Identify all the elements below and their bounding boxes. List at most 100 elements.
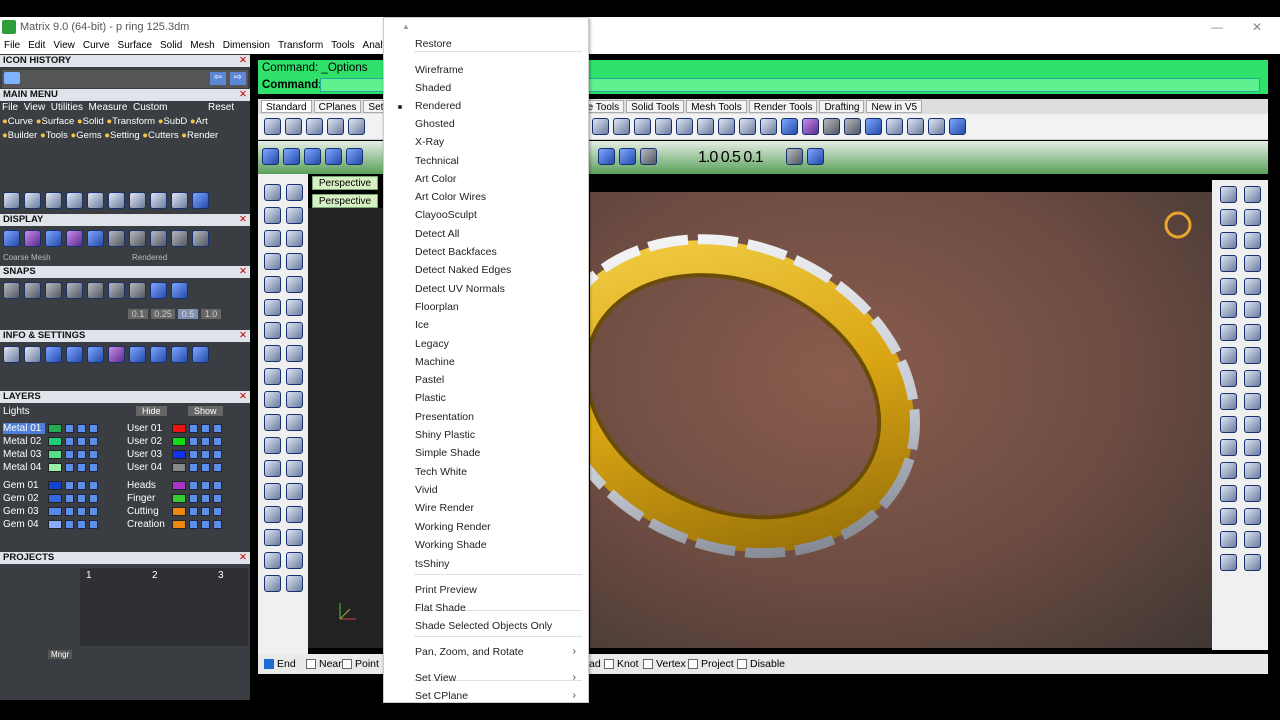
left-tool-icon[interactable] (264, 391, 281, 408)
toolbar-tab-11[interactable]: New in V5 (866, 100, 923, 113)
grid-view-icon[interactable] (634, 118, 651, 135)
chart-icon[interactable] (192, 346, 209, 363)
layer-toggle-icon[interactable] (189, 481, 198, 490)
zoom-extents-icon[interactable] (697, 118, 714, 135)
cube-icon[interactable] (598, 148, 615, 165)
back-arrow-icon[interactable]: ⇦ (210, 72, 226, 85)
checkbox-end[interactable] (264, 659, 274, 669)
move-icon[interactable] (3, 192, 20, 209)
menu-item-ghosted[interactable]: Ghosted (415, 118, 455, 130)
wireframe-icon[interactable] (3, 230, 20, 247)
layer-name[interactable]: Gem 01 (3, 480, 45, 491)
menu-item-clayoosculpt[interactable]: ClayooSculpt (415, 209, 477, 221)
layer-row-right[interactable]: Finger (127, 493, 222, 504)
layer-row-right[interactable]: Cutting (127, 506, 222, 517)
light-bulb-icon[interactable] (739, 118, 756, 135)
left-tool-icon[interactable] (286, 414, 303, 431)
mm-subd[interactable]: SubD (163, 116, 187, 127)
layer-row-right[interactable]: User 02 (127, 436, 222, 447)
close-icon[interactable]: ✕ (239, 89, 247, 101)
layer-row-left[interactable]: Metal 03 (3, 449, 98, 460)
snap-value-3[interactable]: 1.0 (201, 309, 221, 319)
solid-cube-icon[interactable] (619, 148, 636, 165)
right-tool-icon[interactable] (1220, 462, 1237, 479)
left-tool-icon[interactable] (286, 483, 303, 500)
layer-toggle-icon[interactable] (213, 450, 222, 459)
align-icon[interactable] (171, 192, 188, 209)
mm-render[interactable]: Render (187, 130, 218, 141)
right-tool-icon[interactable] (1220, 278, 1237, 295)
layer-name[interactable]: Heads (127, 480, 169, 491)
layers-icon[interactable] (45, 346, 62, 363)
layer-toggle-icon[interactable] (201, 450, 210, 459)
settings-icon[interactable] (3, 346, 20, 363)
right-tool-icon[interactable] (1244, 439, 1261, 456)
right-tool-icon[interactable] (1220, 209, 1237, 226)
layer-toggle-icon[interactable] (189, 450, 198, 459)
right-tool-icon[interactable] (1244, 186, 1261, 203)
menu-view[interactable]: View (49, 40, 79, 51)
mm-tools[interactable]: Tools (46, 130, 68, 141)
layer-toggle-icon[interactable] (189, 507, 198, 516)
layer-toggle-icon[interactable] (89, 520, 98, 529)
left-tool-icon[interactable] (264, 322, 281, 339)
checkbox-point[interactable] (342, 659, 352, 669)
mm-view[interactable]: View (24, 102, 46, 113)
target-icon[interactable] (150, 346, 167, 363)
menu-solid[interactable]: Solid (156, 40, 186, 51)
layer-toggle-icon[interactable] (189, 437, 198, 446)
close-icon[interactable]: ✕ (239, 391, 247, 403)
bookmark-icon[interactable] (171, 346, 188, 363)
close-button[interactable]: ✕ (1238, 17, 1276, 37)
layer-color-swatch[interactable] (48, 507, 62, 516)
cursor-snap-icon[interactable] (640, 148, 657, 165)
menu-item-set-view[interactable]: Set View (415, 672, 456, 684)
scale-icon[interactable] (45, 192, 62, 209)
snap-point-icon[interactable] (45, 282, 62, 299)
layer-color-swatch[interactable] (172, 463, 186, 472)
left-tool-icon[interactable] (264, 575, 281, 592)
toolbar-tab-0[interactable]: Standard (261, 100, 312, 113)
left-tool-icon[interactable] (264, 276, 281, 293)
menu-mesh[interactable]: Mesh (186, 40, 218, 51)
gear-icon[interactable] (907, 118, 924, 135)
right-tool-icon[interactable] (1244, 485, 1261, 502)
left-tool-icon[interactable] (286, 575, 303, 592)
car-icon[interactable] (655, 118, 672, 135)
viewport-dark-area[interactable] (308, 208, 384, 648)
mm-measure[interactable]: Measure (89, 102, 128, 113)
right-tool-icon[interactable] (1244, 393, 1261, 410)
left-tool-icon[interactable] (286, 506, 303, 523)
ring-icon[interactable] (192, 192, 209, 209)
pan-icon[interactable] (676, 118, 693, 135)
render-viewport[interactable] (545, 192, 1212, 648)
chrome-sphere-icon[interactable] (192, 230, 209, 247)
osnap-end[interactable]: End (264, 658, 296, 670)
layer-color-swatch[interactable] (48, 450, 62, 459)
layer-color-swatch[interactable] (48, 494, 62, 503)
layer-name[interactable]: Gem 02 (3, 493, 45, 504)
menu-transform[interactable]: Transform (274, 40, 327, 51)
snap-end-icon[interactable] (3, 282, 20, 299)
layer-row-left[interactable]: Metal 01 (3, 423, 98, 434)
layer-toggle-icon[interactable] (213, 507, 222, 516)
menu-edit[interactable]: Edit (24, 40, 49, 51)
layer-toggle-icon[interactable] (89, 450, 98, 459)
right-tool-icon[interactable] (1244, 508, 1261, 525)
scroll-up-icon[interactable]: ▲ (402, 22, 410, 31)
right-tool-icon[interactable] (1220, 370, 1237, 387)
right-tool-icon[interactable] (1244, 301, 1261, 318)
grid-icon[interactable] (129, 346, 146, 363)
layer-toggle-icon[interactable] (77, 463, 86, 472)
right-tool-icon[interactable] (1220, 554, 1237, 571)
menu-item-simple-shade[interactable]: Simple Shade (415, 447, 480, 459)
menu-item-rendered[interactable]: Rendered (415, 100, 461, 112)
close-icon[interactable]: ✕ (239, 55, 247, 67)
left-tool-icon[interactable] (286, 529, 303, 546)
layer-row-left[interactable]: Gem 04 (3, 519, 98, 530)
menu-item-wireframe[interactable]: Wireframe (415, 64, 463, 76)
left-tool-icon[interactable] (264, 552, 281, 569)
snap-value-0[interactable]: 0.1 (128, 309, 148, 319)
left-tool-icon[interactable] (286, 345, 303, 362)
left-tool-icon[interactable] (264, 368, 281, 385)
